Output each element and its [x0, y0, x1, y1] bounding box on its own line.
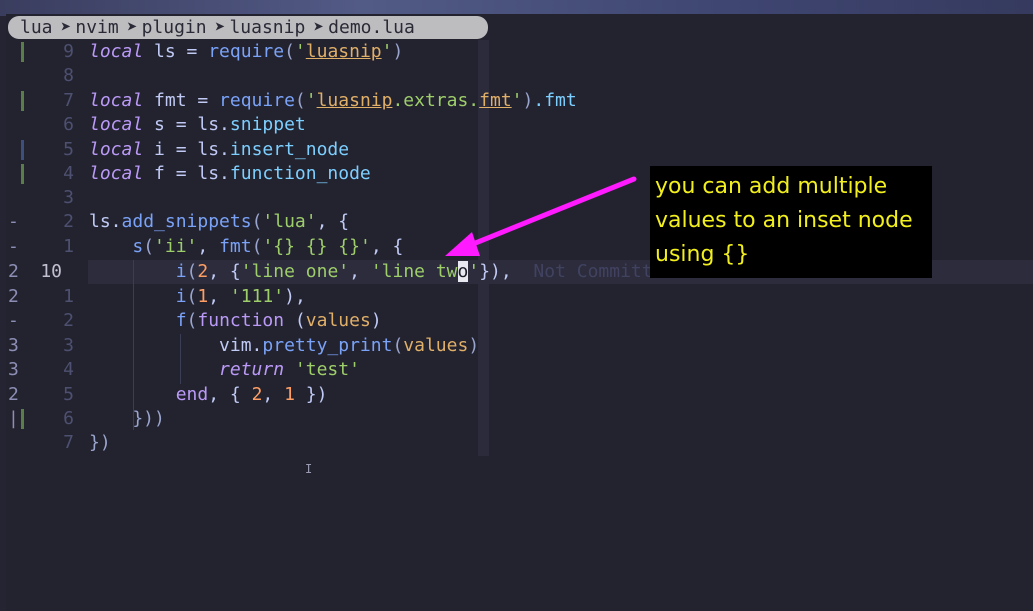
annotation-line: using {}	[655, 242, 750, 267]
annotation-arrow-icon	[445, 176, 637, 256]
annotation-line: values to an inset node	[655, 208, 913, 233]
annotation-callout: you can add multiple values to an inset …	[650, 166, 932, 278]
annotation-line: you can add multiple	[655, 174, 888, 199]
